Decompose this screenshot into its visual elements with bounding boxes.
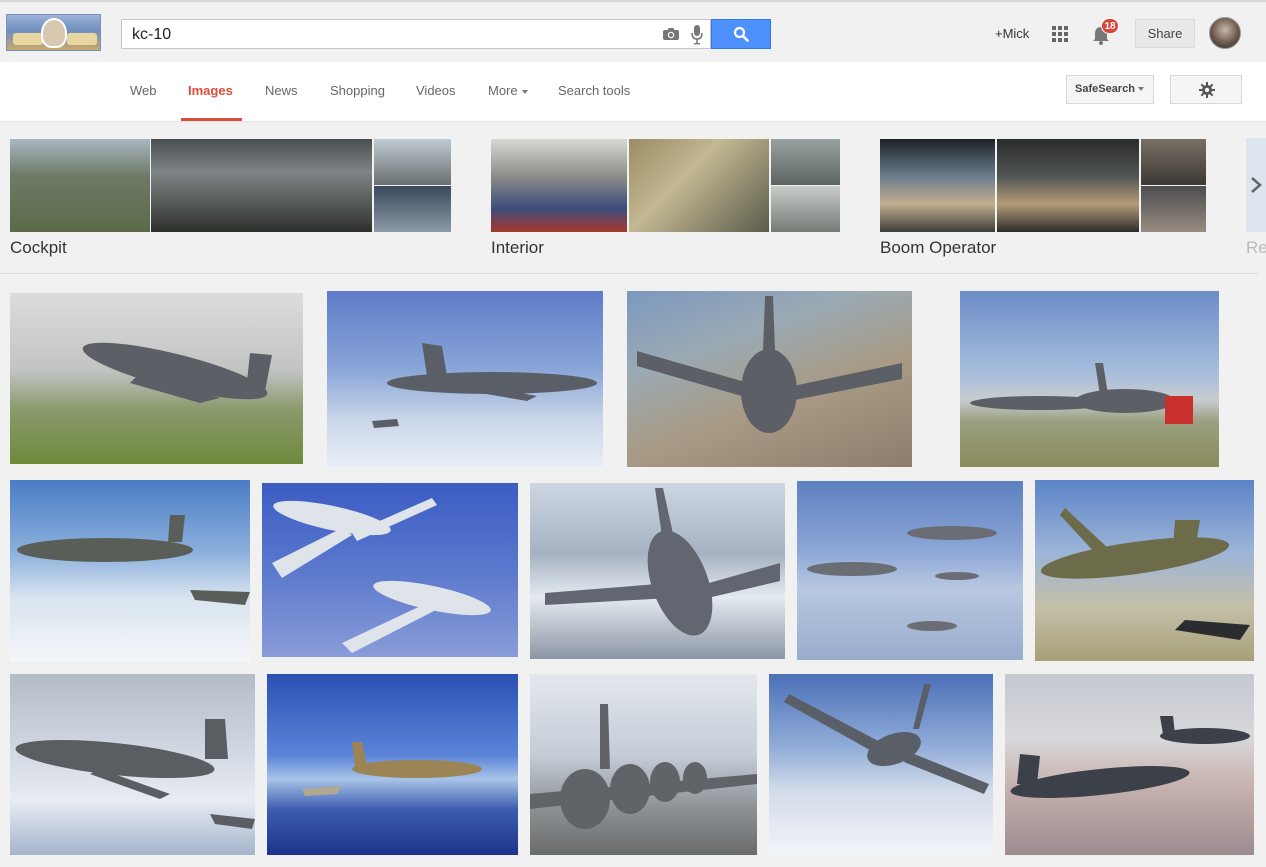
- doodle-portrait: [41, 18, 67, 48]
- camera-icon[interactable]: [662, 27, 680, 41]
- search-nav-bar: Web Images News Shopping Videos More Sea…: [0, 62, 1266, 122]
- image-result[interactable]: [1005, 674, 1254, 855]
- doodle-wing-left: [13, 33, 43, 45]
- image-result[interactable]: [327, 291, 603, 467]
- active-tab-indicator: [181, 118, 242, 121]
- share-button[interactable]: Share: [1135, 19, 1195, 48]
- tab-shopping[interactable]: Shopping: [330, 83, 385, 98]
- image-result[interactable]: [960, 291, 1219, 467]
- related-search-label: Cockpit: [10, 238, 67, 257]
- image-result[interactable]: [797, 481, 1023, 660]
- search-box: [121, 19, 711, 49]
- notification-badge[interactable]: 18: [1101, 18, 1119, 34]
- related-search-label: Boom Operator: [880, 238, 997, 257]
- thumbnail-image: [1141, 186, 1206, 232]
- image-result[interactable]: [262, 483, 518, 657]
- thumbnail-image: [374, 186, 451, 232]
- aircraft-image: [1040, 508, 1250, 640]
- chevron-down-icon: [521, 89, 528, 94]
- thumbnail-image: [491, 139, 627, 232]
- aircraft-image: [372, 343, 597, 428]
- tab-search-tools[interactable]: Search tools: [558, 83, 630, 98]
- aircraft-image: [545, 488, 780, 636]
- tab-web[interactable]: Web: [130, 83, 157, 98]
- thumbnail-image: [997, 139, 1139, 232]
- chevron-down-icon: [1137, 87, 1144, 92]
- aircraft-image: [637, 296, 902, 433]
- image-result[interactable]: [530, 483, 785, 659]
- image-result[interactable]: [530, 674, 757, 855]
- avatar[interactable]: [1209, 17, 1241, 49]
- doodle-wing-right: [67, 33, 97, 45]
- related-next-button[interactable]: [1246, 138, 1266, 232]
- gear-icon: [1199, 82, 1215, 98]
- tab-more[interactable]: More: [488, 83, 528, 98]
- thumbnail-image: [1141, 139, 1206, 185]
- thumbnail-image: [771, 186, 840, 232]
- apps-grid-icon[interactable]: [1052, 26, 1068, 42]
- profile-link[interactable]: +Mick: [995, 26, 1029, 41]
- tab-news[interactable]: News: [265, 83, 298, 98]
- aircraft-image: [1010, 716, 1250, 798]
- safesearch-dropdown[interactable]: SafeSearch: [1066, 75, 1154, 104]
- google-doodle-logo[interactable]: [6, 14, 101, 51]
- top-bar: +Mick 18 Share: [0, 0, 1266, 62]
- image-result[interactable]: [769, 674, 993, 855]
- microphone-icon[interactable]: [690, 24, 704, 45]
- image-result[interactable]: [10, 480, 250, 661]
- chevron-right-icon: [1251, 177, 1262, 193]
- aircraft-image: [970, 363, 1193, 424]
- safesearch-label: SafeSearch: [1075, 83, 1135, 95]
- related-search-label-partial[interactable]: Re: [1246, 238, 1266, 258]
- thumbnail-image: [10, 139, 150, 232]
- image-result[interactable]: [627, 291, 912, 467]
- aircraft-image: [82, 342, 272, 403]
- related-search-label: Interior: [491, 238, 544, 257]
- aircraft-image: [784, 684, 989, 794]
- search-input[interactable]: [130, 23, 654, 47]
- aircraft-image: [272, 498, 491, 653]
- settings-button[interactable]: [1170, 75, 1242, 104]
- image-result[interactable]: [1035, 480, 1254, 661]
- tab-videos[interactable]: Videos: [416, 83, 456, 98]
- aircraft-image: [17, 515, 250, 605]
- image-result[interactable]: [267, 674, 518, 855]
- thumbnail-image: [151, 139, 372, 232]
- image-result[interactable]: [10, 293, 303, 464]
- tab-more-label: More: [488, 83, 518, 98]
- divider: [0, 273, 1258, 274]
- tab-images[interactable]: Images: [188, 83, 233, 98]
- aircraft-image: [807, 526, 997, 631]
- aircraft-image: [302, 742, 482, 796]
- thumbnail-image: [880, 139, 995, 232]
- search-button[interactable]: [711, 19, 771, 49]
- image-result[interactable]: [10, 674, 255, 855]
- aircraft-image: [530, 704, 757, 829]
- thumbnail-image: [374, 139, 451, 185]
- thumbnail-image: [629, 139, 769, 232]
- thumbnail-image: [771, 139, 840, 185]
- search-icon: [733, 26, 749, 42]
- aircraft-image: [15, 719, 255, 829]
